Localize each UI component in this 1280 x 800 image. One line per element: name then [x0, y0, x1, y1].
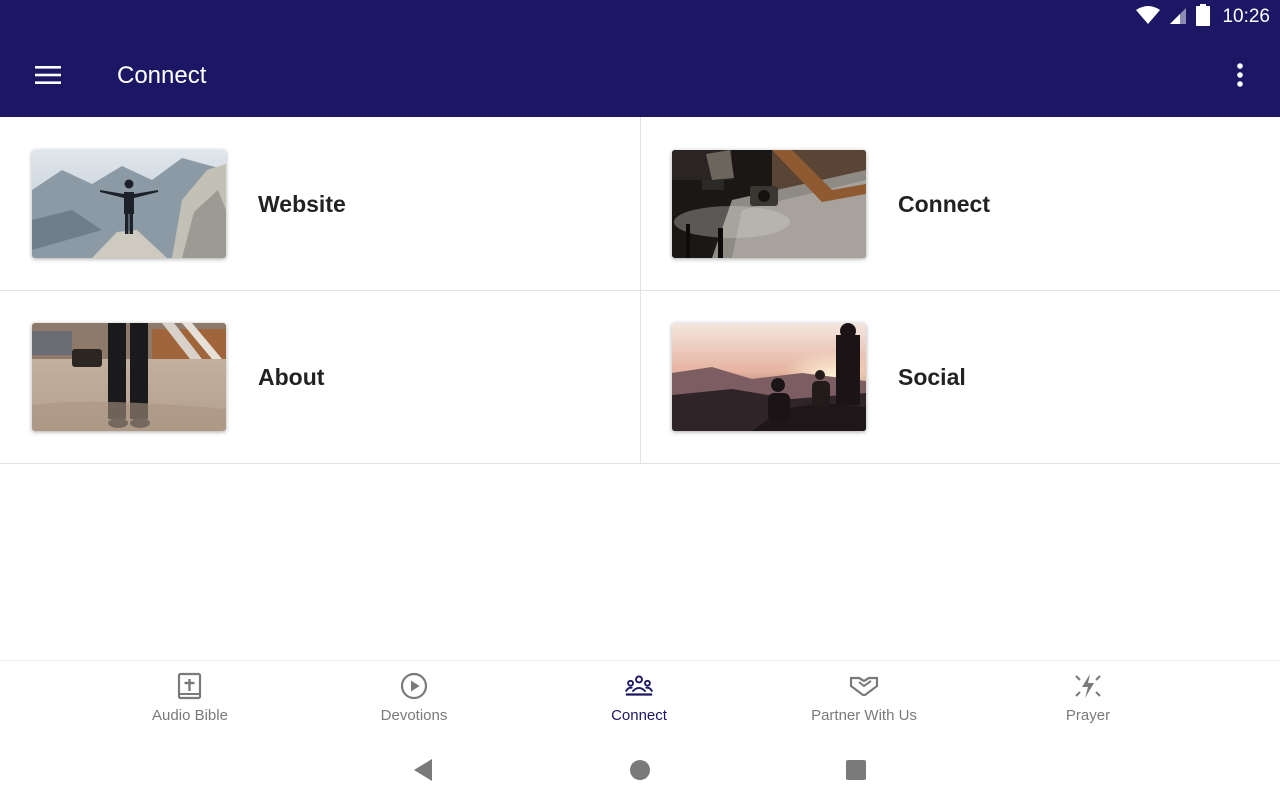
- nav-item-connect[interactable]: Connect: [549, 671, 729, 733]
- nav-label: Audio Bible: [152, 707, 228, 724]
- system-navigation-bar: [0, 740, 1280, 800]
- tile-image-social: [672, 323, 866, 431]
- nav-label: Partner With Us: [811, 707, 917, 724]
- tile-connect[interactable]: Connect: [641, 117, 1280, 290]
- handshake-icon: [849, 671, 879, 701]
- tile-label-about: About: [258, 364, 325, 390]
- tile-image-about: [32, 323, 226, 431]
- nav-item-audio-bible[interactable]: Audio Bible: [100, 671, 280, 733]
- tile-image-connect: [672, 150, 866, 258]
- nav-item-partner-with-us[interactable]: Partner With Us: [774, 671, 954, 733]
- tile-website[interactable]: Website: [0, 117, 640, 290]
- hamburger-menu-icon[interactable]: [26, 56, 70, 94]
- home-icon[interactable]: [624, 754, 656, 786]
- recents-icon[interactable]: [840, 754, 872, 786]
- nav-item-prayer[interactable]: Prayer: [998, 671, 1178, 733]
- grid-divider: [640, 117, 641, 464]
- back-icon[interactable]: [407, 754, 439, 786]
- tile-label-website: Website: [258, 191, 346, 217]
- wifi-icon: [1136, 5, 1161, 30]
- prayer-lightning-icon: [1073, 671, 1103, 701]
- status-time: 10:26: [1222, 6, 1270, 27]
- play-circle-icon: [399, 671, 429, 701]
- group-people-icon: [624, 671, 654, 701]
- nav-item-devotions[interactable]: Devotions: [324, 671, 504, 733]
- app-bar: 10:26 Connect: [0, 0, 1280, 117]
- tile-social[interactable]: Social: [641, 290, 1280, 463]
- nav-label: Prayer: [1065, 707, 1111, 724]
- nav-label: Devotions: [380, 707, 448, 724]
- bible-cross-icon: [175, 671, 205, 701]
- status-bar: 10:26: [0, 0, 1280, 34]
- battery-icon: [1196, 3, 1211, 31]
- tile-label-connect: Connect: [898, 191, 990, 217]
- bottom-navigation: Audio Bible Devotions Connect Partner Wi…: [0, 660, 1280, 740]
- tile-label-social: Social: [898, 364, 966, 390]
- more-vertical-icon[interactable]: [1222, 56, 1258, 94]
- nav-label: Connect: [611, 707, 667, 724]
- cellular-signal-icon: [1168, 5, 1188, 30]
- page-title: Connect: [117, 62, 207, 89]
- status-icons: 10:26: [1136, 3, 1270, 31]
- tile-about[interactable]: About: [0, 290, 640, 463]
- connect-grid: Website Connect About Social: [0, 117, 1280, 464]
- tile-image-website: [32, 150, 226, 258]
